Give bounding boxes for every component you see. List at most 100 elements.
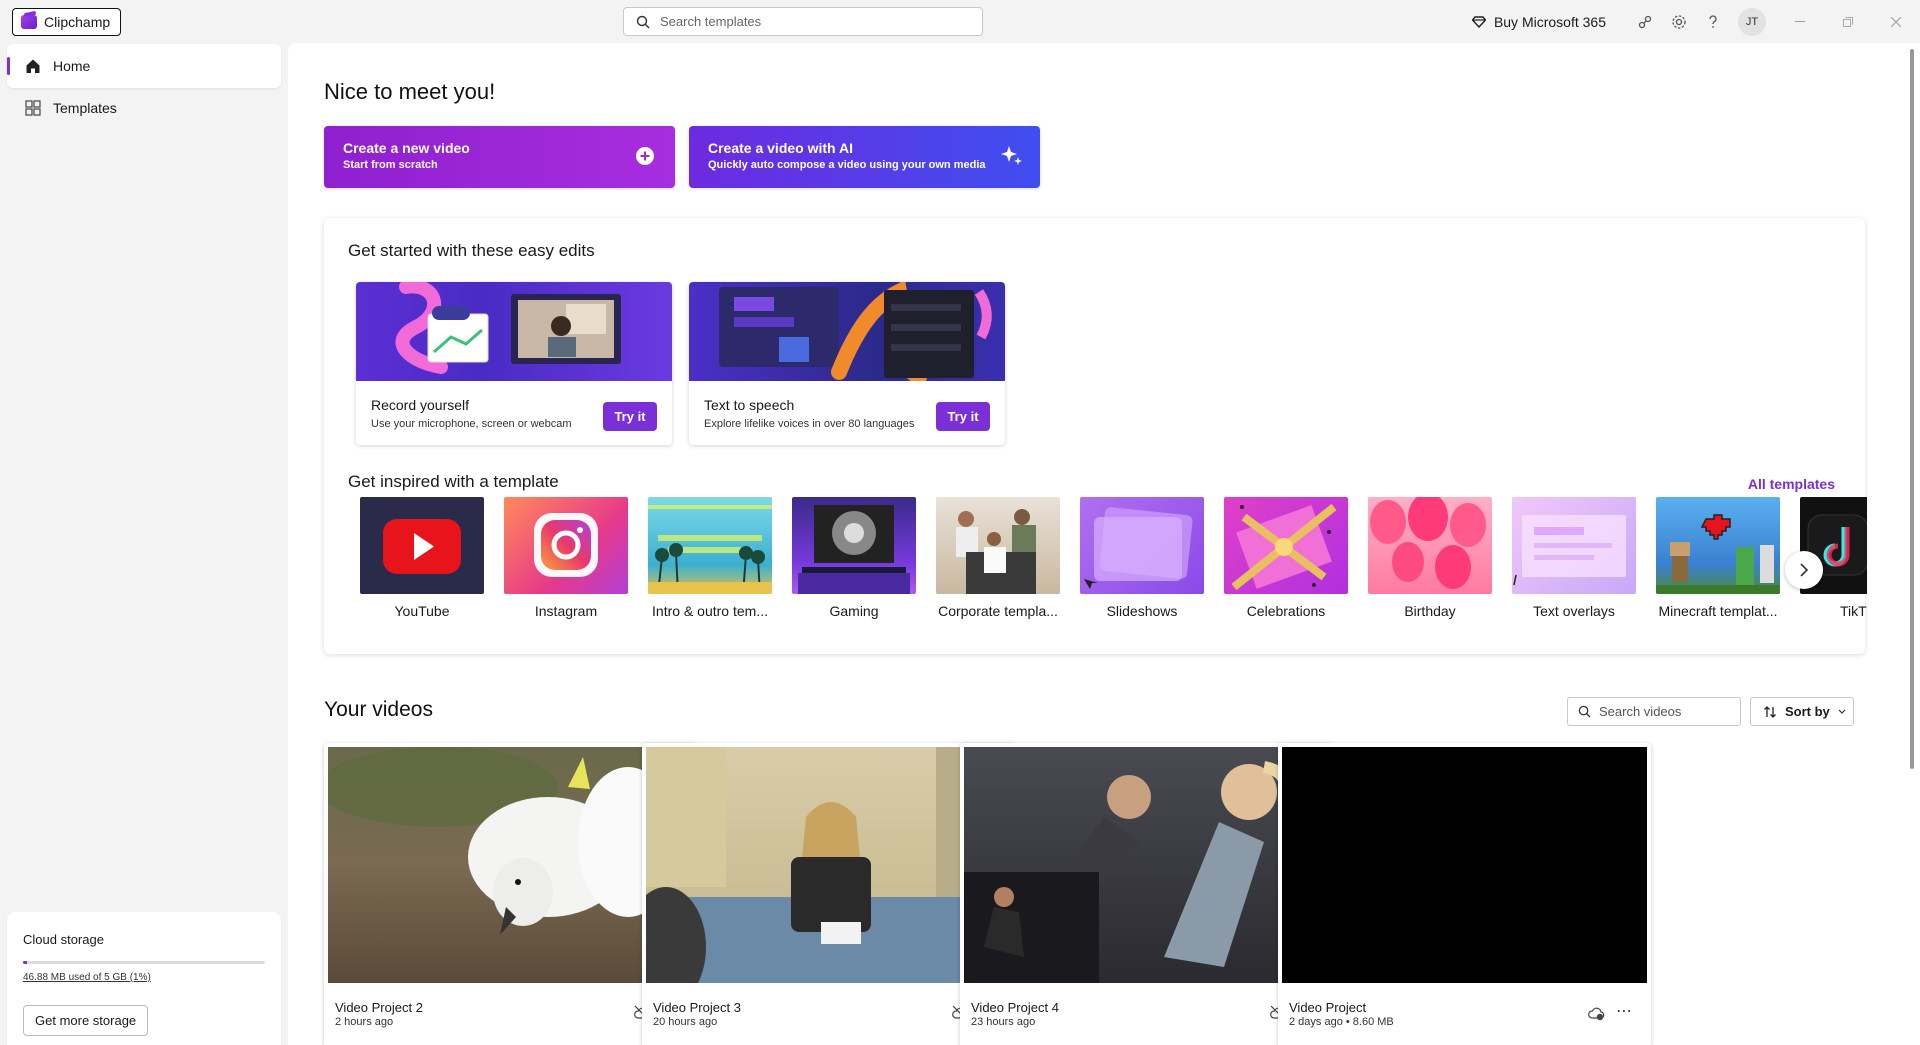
edit-card-description: Explore lifelike voices in over 80 langu… xyxy=(704,418,915,430)
template-carousel: YouTube Instagram Intro & outro tem... G… xyxy=(360,497,1867,627)
video-meta: 20 hours ago xyxy=(653,1016,718,1028)
carousel-next-button[interactable] xyxy=(1785,551,1823,589)
close-button[interactable] xyxy=(1872,0,1920,43)
text-to-speech-card[interactable]: Text to speech Explore lifelike voices i… xyxy=(689,282,1005,445)
template-search-box[interactable] xyxy=(623,7,983,36)
instagram-thumbnail xyxy=(504,497,628,594)
cta-subtitle: Start from scratch xyxy=(343,159,438,171)
storage-progress-fill xyxy=(23,961,27,964)
corporate-illustration xyxy=(956,509,1036,594)
search-icon xyxy=(1578,705,1591,718)
template-gaming[interactable]: Gaming xyxy=(792,497,916,619)
sort-arrows-icon xyxy=(1764,705,1776,718)
share-icon[interactable] xyxy=(1628,5,1662,39)
template-label: Celebrations xyxy=(1246,603,1326,619)
sidebar-item-label: Home xyxy=(53,58,91,74)
video-meta: 23 hours ago xyxy=(971,1016,1036,1028)
avatar-initials: JT xyxy=(1745,15,1759,28)
template-label: YouTube xyxy=(394,603,450,619)
template-celebrations[interactable]: Celebrations xyxy=(1224,497,1348,619)
template-search-input[interactable] xyxy=(660,14,960,29)
cloud-synced-icon xyxy=(1588,1007,1605,1021)
storage-title: Cloud storage xyxy=(23,932,104,947)
video-title: Video Project 3 xyxy=(653,1000,741,1015)
edit-card-description: Use your microphone, screen or webcam xyxy=(371,418,572,430)
cockatoo-image xyxy=(328,747,678,935)
sort-by-button[interactable]: Sort by xyxy=(1750,697,1854,726)
template-slideshows[interactable]: Slideshows xyxy=(1080,497,1204,619)
create-video-with-ai-button[interactable]: Create a video with AI Quickly auto comp… xyxy=(689,126,1040,188)
maximize-button[interactable] xyxy=(1824,0,1872,43)
text-to-speech-thumbnail xyxy=(689,282,1005,381)
template-birthday[interactable]: Birthday xyxy=(1368,497,1492,619)
template-label: Slideshows xyxy=(1106,603,1178,619)
template-label: Gaming xyxy=(829,603,879,619)
app-name: Clipchamp xyxy=(44,14,111,30)
help-icon[interactable] xyxy=(1696,5,1730,39)
gift-illustration xyxy=(1231,503,1337,591)
video-title: Video Project 4 xyxy=(971,1000,1059,1015)
template-label: Corporate templa... xyxy=(938,603,1058,619)
main-scrollbar[interactable] xyxy=(1903,43,1920,1045)
template-label: Birthday xyxy=(1404,603,1456,619)
video-card[interactable]: Video Project 2 days ago • 8.60 MB ⋯ xyxy=(1278,743,1651,1045)
video-search-box[interactable] xyxy=(1567,697,1741,726)
video-search-input[interactable] xyxy=(1599,704,1729,719)
record-yourself-thumbnail xyxy=(356,282,672,381)
edit-card-title: Record yourself xyxy=(371,397,470,413)
diamond-icon xyxy=(1471,15,1486,28)
create-new-video-button[interactable]: Create a new video Start from scratch xyxy=(324,126,675,188)
celebrations-thumbnail xyxy=(1224,497,1348,594)
restore-icon xyxy=(1843,16,1853,27)
chevron-down-icon xyxy=(1838,709,1846,714)
record-yourself-card[interactable]: Record yourself Use your microphone, scr… xyxy=(356,282,672,445)
sort-label: Sort by xyxy=(1785,704,1830,719)
sidebar-item-templates[interactable]: Templates xyxy=(7,86,281,130)
cloud-storage-card: Cloud storage 46.88 MB used of 5 GB (1%)… xyxy=(7,912,281,1045)
scrollbar-thumb[interactable] xyxy=(1910,49,1914,769)
sidebar-item-home[interactable]: Home xyxy=(7,44,281,88)
video-meta: 2 hours ago xyxy=(335,1016,394,1028)
instagram-icon xyxy=(534,513,598,577)
video-thumbnail xyxy=(646,747,1011,983)
clipchamp-logo-button[interactable]: Clipchamp xyxy=(12,8,122,36)
minecraft-illustration xyxy=(1656,514,1780,594)
template-youtube[interactable]: YouTube xyxy=(360,497,484,619)
minimize-button[interactable] xyxy=(1776,0,1824,43)
templates-icon xyxy=(25,100,41,116)
text-overlays-thumbnail xyxy=(1512,497,1636,594)
template-minecraft[interactable]: Minecraft templat... xyxy=(1656,497,1780,619)
template-corporate[interactable]: Corporate templa... xyxy=(936,497,1060,619)
title-bar: Clipchamp Buy Microsoft 365 JT xyxy=(0,0,1920,43)
minimize-icon xyxy=(1795,20,1805,22)
try-it-button[interactable]: Try it xyxy=(603,402,657,431)
tts-illustration xyxy=(719,282,992,381)
chevron-right-icon xyxy=(1800,563,1809,577)
main-panel: Nice to meet you! Create a new video Sta… xyxy=(288,43,1903,1045)
template-label: Intro & outro tem... xyxy=(652,603,768,619)
sidebar: Home Templates Cloud storage 46.88 MB us… xyxy=(0,43,288,1045)
user-avatar[interactable]: JT xyxy=(1738,7,1766,36)
template-intro-outro[interactable]: Intro & outro tem... xyxy=(648,497,772,619)
intro-outro-thumbnail xyxy=(648,497,772,594)
get-more-storage-button[interactable]: Get more storage xyxy=(23,1005,149,1036)
template-label: Text overlays xyxy=(1533,603,1615,619)
record-illustration xyxy=(395,282,621,374)
plus-circle-icon xyxy=(636,147,654,165)
workout-image xyxy=(964,761,1293,983)
slideshows-thumbnail xyxy=(1080,497,1204,594)
buy-label: Buy Microsoft 365 xyxy=(1493,13,1606,30)
settings-gear-icon[interactable] xyxy=(1662,5,1696,39)
video-thumbnail xyxy=(328,747,693,983)
video-title: Video Project 2 xyxy=(335,1000,423,1015)
all-templates-link[interactable]: All templates xyxy=(1748,476,1835,492)
corporate-thumbnail xyxy=(936,497,1060,594)
clipchamp-icon xyxy=(21,15,37,29)
birthday-thumbnail xyxy=(1368,497,1492,594)
buy-microsoft-365-button[interactable]: Buy Microsoft 365 xyxy=(1471,13,1606,30)
try-it-button[interactable]: Try it xyxy=(936,402,990,431)
storage-usage-link[interactable]: 46.88 MB used of 5 GB (1%) xyxy=(23,972,265,983)
template-instagram[interactable]: Instagram xyxy=(504,497,628,619)
more-options-icon[interactable]: ⋯ xyxy=(1616,1001,1633,1021)
template-text-overlays[interactable]: Text overlays xyxy=(1512,497,1636,619)
